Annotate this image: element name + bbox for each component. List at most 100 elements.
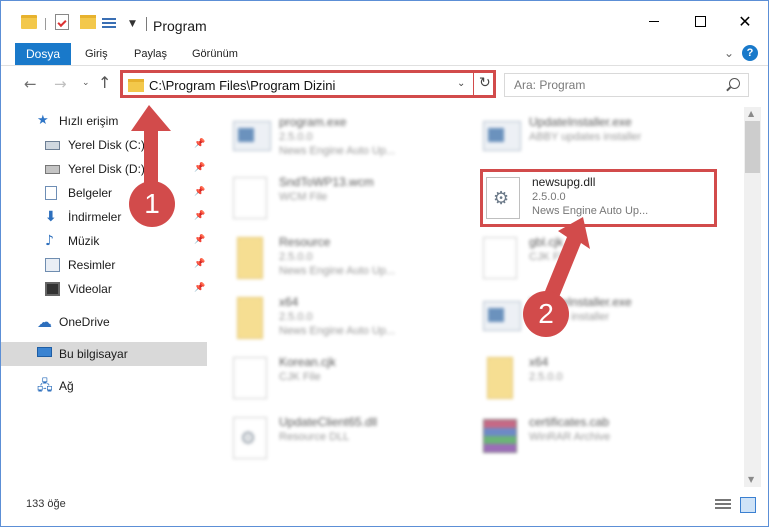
sidebar-item-quick-access[interactable]: ★ Hızlı erişim xyxy=(1,109,207,133)
properties-icon[interactable] xyxy=(55,14,69,30)
pin-icon[interactable]: 📌 xyxy=(194,283,205,293)
up-arrow-icon[interactable]: ↑ xyxy=(98,73,111,92)
file-item[interactable]: UpdateInstaller.exe updates installer xyxy=(457,289,687,345)
back-arrow-icon[interactable]: ← xyxy=(24,75,37,93)
file-name: gbl.cjk xyxy=(529,235,564,249)
file-item[interactable]: UpdateClient65.dll Resource DLL xyxy=(207,409,437,465)
file-description: News Engine Auto Up... xyxy=(279,265,396,277)
file-item[interactable]: newsupg.dll 2.5.0.0 News Engine Auto Up.… xyxy=(460,169,690,225)
sidebar-item-music[interactable]: ♪ Müzik 📌 xyxy=(1,229,207,253)
chevron-down-icon[interactable]: ⌄ xyxy=(457,78,465,89)
scroll-up-icon[interactable]: ▲ xyxy=(748,109,754,118)
drive-icon xyxy=(45,141,60,150)
forward-arrow-icon[interactable]: → xyxy=(54,75,67,93)
recent-locations-icon[interactable]: ⌄ xyxy=(82,78,90,88)
close-button[interactable]: ✕ xyxy=(722,1,768,41)
pin-icon[interactable]: 📌 xyxy=(194,211,205,221)
vertical-scrollbar[interactable]: ▲ ▼ xyxy=(744,107,761,487)
new-folder-icon[interactable] xyxy=(80,15,96,29)
explorer-window: ▼ Program ✕ Dosya Giriş Paylaş Görünüm ⌄… xyxy=(0,0,769,527)
refresh-icon[interactable]: ↻ xyxy=(479,75,491,91)
sidebar-item-onedrive[interactable]: ☁ OneDrive xyxy=(1,310,207,334)
application-icon xyxy=(233,121,271,151)
sidebar-item-label: Yerel Disk (D:) xyxy=(68,162,145,176)
quick-access-dropdown-icon[interactable]: ▼ xyxy=(129,19,136,29)
folder-icon xyxy=(128,79,144,92)
file-item[interactable]: gbl.cjk CJK File xyxy=(457,229,687,285)
file-icon xyxy=(233,177,267,219)
search-input[interactable]: Ara: Program xyxy=(514,78,585,92)
highlighted-file-newsupg[interactable]: newsupg.dll 2.5.0.0 News Engine Auto Up.… xyxy=(480,169,717,227)
application-icon xyxy=(483,121,521,151)
search-icon[interactable] xyxy=(729,78,740,89)
divider xyxy=(45,18,46,30)
scroll-down-icon[interactable]: ▼ xyxy=(748,475,754,484)
file-name: program.exe xyxy=(279,115,347,129)
file-type: CJK File xyxy=(529,251,571,263)
minimize-button[interactable] xyxy=(631,1,677,41)
videos-icon xyxy=(45,282,60,296)
pin-icon[interactable]: 📌 xyxy=(194,235,205,245)
folder-icon xyxy=(21,15,37,29)
sidebar-item-label: Yerel Disk (C:) xyxy=(68,138,145,152)
file-icon xyxy=(233,357,267,399)
pin-icon[interactable]: 📌 xyxy=(194,187,205,197)
sidebar-item-disk-d[interactable]: Yerel Disk (D:) 📌 xyxy=(1,157,207,181)
file-description: News Engine Auto Up... xyxy=(279,325,396,337)
archive-icon xyxy=(483,419,517,453)
pin-icon[interactable]: 📌 xyxy=(194,139,205,149)
dll-file-icon xyxy=(233,417,267,459)
sidebar-item-label: Müzik xyxy=(68,234,100,248)
file-description: News Engine Auto Up... xyxy=(532,205,649,217)
cloud-icon: ☁ xyxy=(37,313,52,331)
file-item[interactable]: program.exe 2.5.0.0 News Engine Auto Up.… xyxy=(207,109,437,165)
sidebar-item-documents[interactable]: Belgeler 📌 xyxy=(1,181,207,205)
maximize-icon xyxy=(694,15,706,27)
tab-view[interactable]: Görünüm xyxy=(192,48,238,60)
sidebar-item-videos[interactable]: Videolar 📌 xyxy=(1,277,207,301)
pictures-icon xyxy=(45,258,60,272)
large-icons-view-icon[interactable] xyxy=(740,497,756,513)
drive-icon xyxy=(45,165,60,174)
file-type: Resource DLL xyxy=(279,431,350,443)
file-version: 2.5.0.0 xyxy=(279,251,313,263)
help-icon[interactable]: ? xyxy=(742,45,758,61)
folder-icon xyxy=(237,237,263,279)
file-name: UpdateClient65.dll xyxy=(279,415,378,429)
ribbon-tabs: Dosya Giriş Paylaş Görünüm ⌄ ? xyxy=(1,41,768,66)
file-item[interactable]: Resource 2.5.0.0 News Engine Auto Up... xyxy=(207,229,437,285)
scrollbar-thumb[interactable] xyxy=(745,121,760,173)
window-title: Program xyxy=(153,18,207,34)
downloads-icon: ⬇ xyxy=(45,209,57,225)
details-view-icon[interactable] xyxy=(715,499,731,511)
pin-icon[interactable]: 📌 xyxy=(194,259,205,269)
sidebar-item-pictures[interactable]: Resimler 📌 xyxy=(1,253,207,277)
file-item[interactable]: UpdateInstaller.exe ABBY updates install… xyxy=(457,109,687,165)
folder-icon xyxy=(237,297,263,339)
view-icon[interactable] xyxy=(102,16,116,30)
file-name: Korean.cjk xyxy=(279,355,336,369)
file-item[interactable]: Korean.cjk CJK File xyxy=(207,349,437,405)
maximize-button[interactable] xyxy=(677,1,723,41)
divider xyxy=(146,17,147,31)
sidebar-item-this-pc[interactable]: Bu bilgisayar xyxy=(1,342,207,366)
sidebar-item-disk-c[interactable]: Yerel Disk (C:) 📌 xyxy=(1,133,207,157)
sidebar-item-network[interactable]: 🖧 Ağ xyxy=(1,374,207,398)
address-bar[interactable]: C:\Program Files\Program Dizini ⌄ ↻ xyxy=(120,70,496,98)
sidebar-item-downloads[interactable]: ⬇ İndirmeler 📌 xyxy=(1,205,207,229)
tab-file[interactable]: Dosya xyxy=(15,43,71,65)
file-name: UpdateInstaller.exe xyxy=(529,115,632,129)
file-type: WinRAR Archive xyxy=(529,431,611,443)
tab-share[interactable]: Paylaş xyxy=(134,48,167,60)
address-path[interactable]: C:\Program Files\Program Dizini xyxy=(149,78,335,93)
file-item[interactable]: x64 2.5.0.0 xyxy=(457,349,687,405)
file-item[interactable]: SndToWP13.wcm WCM File xyxy=(207,169,437,225)
file-item[interactable]: x64 2.5.0.0 News Engine Auto Up... xyxy=(207,289,437,345)
file-version: 2.5.0.0 xyxy=(529,371,563,383)
file-item[interactable]: certificates.cab WinRAR Archive xyxy=(457,409,687,465)
sidebar-item-label: Ağ xyxy=(59,379,74,393)
pin-icon[interactable]: 📌 xyxy=(194,163,205,173)
search-box[interactable]: Ara: Program xyxy=(504,73,749,97)
tab-home[interactable]: Giriş xyxy=(85,48,108,60)
expand-ribbon-icon[interactable]: ⌄ xyxy=(724,46,734,60)
